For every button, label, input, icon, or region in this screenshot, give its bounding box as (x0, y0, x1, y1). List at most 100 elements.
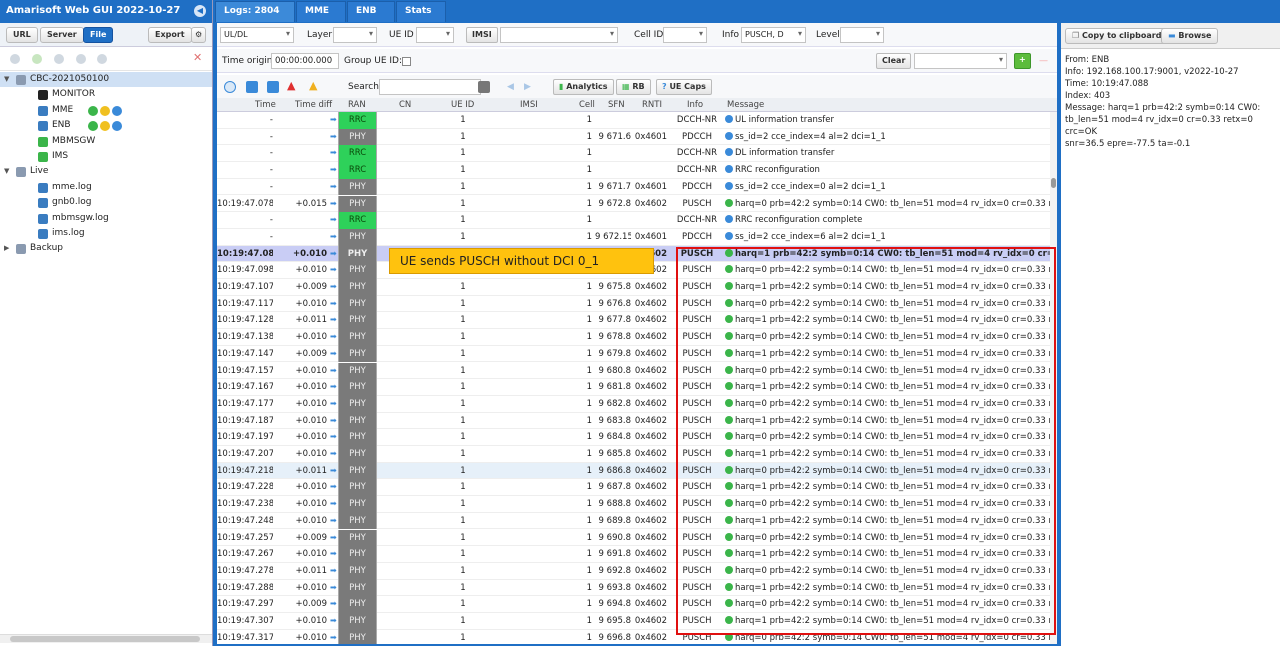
search-next-icon[interactable]: ▶ (524, 82, 531, 92)
cellid-select[interactable] (663, 27, 707, 43)
col-time[interactable]: Time (255, 100, 276, 110)
table-row[interactable]: 10:19:47.078 +0.015 1 1 9 672.8 0x4602 PUSCH ➡ P… (217, 195, 1050, 213)
table-row[interactable]: - 1 1 DCCH-NR ➡ RRC DL information transfer (217, 145, 1050, 163)
table-row[interactable]: - 1 1 9 671.7 0x4601 PDCCH ➡ PHY ss_id=2 cce_ind… (217, 178, 1050, 196)
tree-node[interactable]: MONITOR (0, 87, 212, 102)
uldl-select[interactable]: UL/DL (220, 27, 294, 43)
tree-node[interactable]: mbmsgw.log (0, 211, 212, 226)
col-ran[interactable]: RAN (348, 100, 366, 110)
tree-node[interactable]: MBMSGW (0, 134, 212, 149)
row-info: DCCH-NR (676, 215, 718, 226)
server-button[interactable]: Server (40, 27, 84, 43)
tab-logs[interactable]: Logs: 2804 (215, 1, 295, 22)
row-time: - (269, 148, 273, 159)
clear-button[interactable]: Clear (876, 53, 912, 69)
remove-filter-icon[interactable]: — (1039, 56, 1048, 66)
info-select[interactable]: PUSCH, D (741, 27, 806, 43)
bolt-icon[interactable] (100, 105, 110, 116)
tree-node[interactable]: gnb0.log (0, 195, 212, 210)
row-sfn: 9 672.15 (595, 231, 631, 242)
tree-node[interactable]: ▼ Live (0, 164, 212, 179)
refresh-icon[interactable] (54, 54, 64, 64)
col-cn[interactable]: CN (399, 100, 411, 110)
tab-bar: Logs: 2804 MME ENB Stats (215, 0, 1060, 22)
url-button[interactable]: URL (6, 27, 38, 43)
collapse-panel-icon[interactable]: ◀ (194, 5, 206, 17)
tree-node[interactable]: MME (0, 103, 212, 118)
expand-arrow-icon[interactable]: ▼ (4, 164, 9, 179)
imsi-select[interactable] (500, 27, 618, 43)
col-message[interactable]: Message (727, 100, 764, 110)
row-cell: 1 (586, 432, 592, 443)
left-scrollbar[interactable] (0, 634, 212, 643)
settings-icon[interactable]: ⚙ (191, 27, 207, 43)
clock-icon[interactable] (224, 81, 236, 93)
tree-node[interactable]: ▼ CBC-2021050100 (0, 72, 212, 88)
status-ok-icon[interactable] (88, 105, 98, 116)
filter-preset-select[interactable] (914, 53, 1007, 69)
col-cell[interactable]: Cell (579, 100, 595, 110)
analytics-button[interactable]: ▮ Analytics (553, 79, 614, 95)
group-ueid-checkbox[interactable] (402, 57, 411, 66)
add-icon[interactable] (32, 54, 42, 64)
table-row[interactable]: - 1 1 DCCH-NR ➡ RRC RRC reconfiguration (217, 162, 1050, 179)
col-info[interactable]: Info (687, 100, 703, 110)
delete-icon[interactable]: ✕ (193, 51, 203, 64)
col-rnti[interactable]: RNTI (642, 100, 662, 110)
level-select[interactable] (840, 27, 884, 43)
browse-icon: ▬ (1168, 31, 1176, 40)
export-button[interactable]: Export (148, 27, 192, 43)
error-icon[interactable]: ▲ (287, 79, 295, 92)
server-icon (38, 182, 48, 193)
share-icon[interactable] (97, 54, 107, 64)
direction-arrow-icon: ➡ (330, 231, 337, 241)
row-sfn: 9 692.8 (598, 565, 631, 576)
tab-enb[interactable]: ENB (347, 1, 395, 22)
warning-icon[interactable]: ▲ (309, 79, 317, 92)
ueid-select[interactable] (416, 27, 454, 43)
direction-arrow-icon: ➡ (330, 115, 337, 124)
expand-arrow-icon[interactable]: ▼ (4, 72, 9, 87)
next-icon[interactable] (267, 81, 279, 93)
col-timediff[interactable]: Time diff (295, 100, 332, 110)
col-sfn[interactable]: SFN (608, 100, 625, 110)
tab-stats[interactable]: Stats (396, 1, 446, 22)
search-prev-icon[interactable]: ◀ (507, 82, 514, 92)
tree-node[interactable]: ims.log (0, 226, 212, 241)
table-row[interactable]: - 1 1 9 671.6 0x4601 PDCCH ➡ PHY ss_id=2 cce_ind… (217, 128, 1050, 146)
search-input[interactable] (379, 79, 481, 95)
check-icon (725, 198, 733, 207)
tree-node[interactable]: ENB (0, 118, 212, 133)
gear-icon[interactable] (76, 54, 86, 64)
row-time: 10:19:47.177 (217, 398, 273, 409)
row-layer: PHY (338, 512, 377, 530)
file-button[interactable]: File (83, 27, 114, 43)
status-ok-icon[interactable] (88, 121, 98, 132)
tab-mme[interactable]: MME (296, 1, 346, 22)
col-imsi[interactable]: IMSI (520, 100, 538, 110)
time-origin-input[interactable]: 00:00:00.000 (271, 53, 339, 69)
tree-node[interactable]: mme.log (0, 180, 212, 195)
copy-clipboard-button[interactable]: ❐ Copy to clipboard (1065, 28, 1169, 44)
play-icon[interactable] (112, 121, 122, 132)
play-icon[interactable] (112, 105, 122, 116)
table-row[interactable]: -119 672.15 0x4601 PDCCH ➡ PHY ss_id=2 cce_in… (217, 228, 1050, 246)
col-ueid[interactable]: UE ID (451, 100, 474, 110)
browse-button[interactable]: ▬ Browse (1161, 28, 1219, 44)
search-icon[interactable] (10, 54, 20, 64)
add-filter-icon[interactable]: + (1014, 53, 1031, 69)
table-row[interactable]: - 1 1 DCCH-NR ➡ RRC RRC reconfiguration comple… (217, 212, 1050, 229)
tree-node[interactable]: IMS (0, 149, 212, 164)
layer-select[interactable] (333, 27, 377, 43)
imsi-button[interactable]: IMSI (466, 27, 498, 43)
tree-node[interactable]: ▶ Backup (0, 241, 212, 256)
bolt-icon[interactable] (100, 121, 110, 132)
expand-arrow-icon[interactable]: ▶ (4, 241, 9, 256)
uecaps-button[interactable]: ? UE Caps (656, 79, 712, 95)
server-icon (38, 121, 48, 132)
row-layer: RRC (338, 145, 377, 163)
rb-button[interactable]: ▦ RB (616, 79, 651, 95)
binoculars-icon[interactable] (478, 81, 490, 93)
table-row[interactable]: - 1 1 DCCH-NR ➡ RRC UL information transfer (217, 112, 1050, 129)
previous-icon[interactable] (246, 81, 258, 93)
